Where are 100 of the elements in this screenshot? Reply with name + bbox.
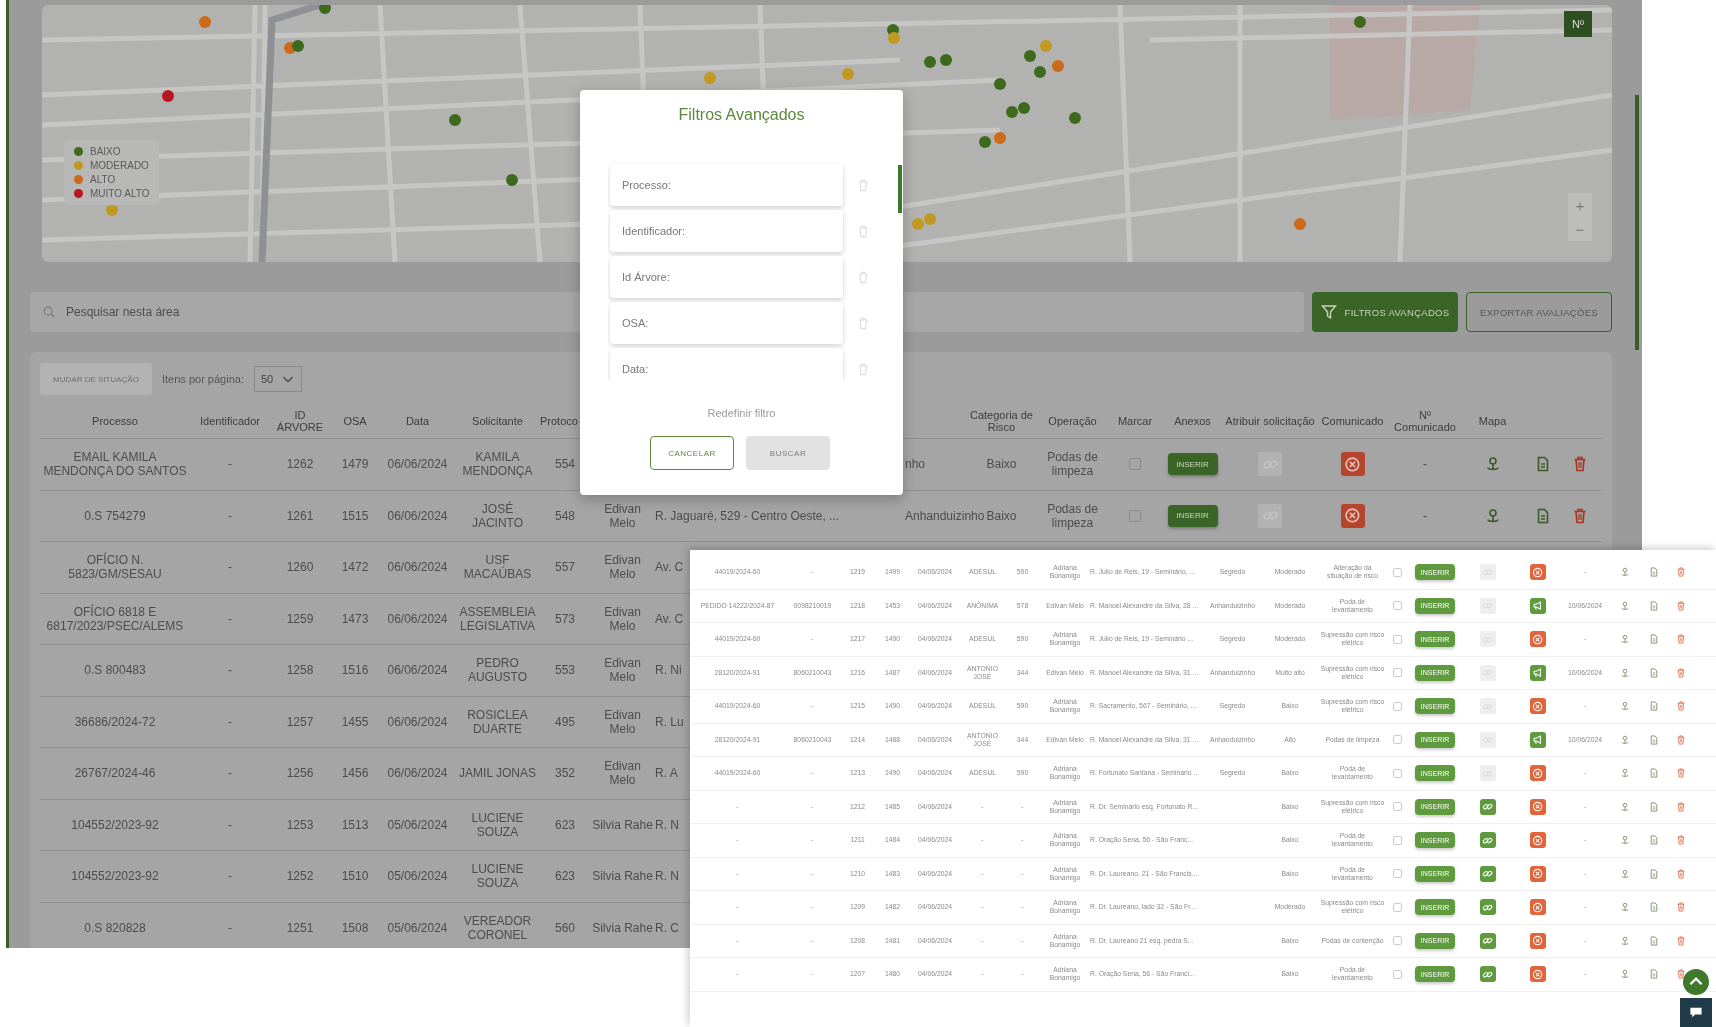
- legend-label: ALTO: [90, 174, 116, 185]
- table-cell-text: Podas de limpeza: [1046, 450, 1099, 479]
- table-cell-text: Edivan Melo: [603, 656, 642, 685]
- table-cell: -: [228, 560, 232, 575]
- table-cell: -: [228, 611, 232, 626]
- table-cell: -: [228, 766, 232, 781]
- table-cell-text: ASSEMBLEIA LEGISLATIVA: [458, 604, 537, 633]
- table-cell: 05/06/2024: [387, 869, 448, 884]
- legend-label: MODERADO: [90, 160, 149, 171]
- table-cell: -: [228, 920, 232, 935]
- table-cell: 352: [555, 766, 575, 781]
- table-cell: 1516: [341, 663, 369, 678]
- table-cell: 1257: [286, 714, 314, 729]
- table-cell: 05/06/2024: [387, 920, 448, 935]
- table-cell: 104552/2023-92: [71, 869, 159, 884]
- column-header: Mapa: [1478, 415, 1507, 427]
- table-cell: 1472: [341, 560, 369, 575]
- table-cell: Av. C: [655, 611, 684, 626]
- table-cell: 1479: [341, 457, 369, 472]
- table-cell: 0.S 754279: [84, 508, 146, 523]
- table-cell: 548: [555, 508, 575, 523]
- table-cell: 104552/2023-92: [71, 817, 159, 832]
- table-cell: Silvia Rahe: [592, 817, 653, 832]
- table-cell-text: ROSICLEA DUARTE: [466, 707, 529, 736]
- column-header: Operação: [1048, 415, 1097, 427]
- table-cell-text: JOSÉ JACINTO: [470, 501, 525, 530]
- table-cell: 495: [555, 714, 575, 729]
- table-cell: 553: [555, 663, 575, 678]
- table-cell: 06/06/2024: [387, 766, 448, 781]
- column-header: Processo: [92, 415, 138, 427]
- table-cell: -: [228, 714, 232, 729]
- table-cell: 1253: [286, 817, 314, 832]
- table-cell-text: LUCIENE SOUZA: [470, 810, 525, 839]
- column-header: OSA: [343, 415, 367, 427]
- table-cell-text: LUCIENE SOUZA: [470, 862, 525, 891]
- table-cell: -: [1423, 508, 1427, 523]
- table-cell: 1515: [341, 508, 369, 523]
- table-cell: 623: [555, 869, 575, 884]
- table-cell: 557: [555, 560, 575, 575]
- table-cell: 1456: [341, 766, 369, 781]
- table-cell: 1252: [286, 869, 314, 884]
- table-cell-text: Edivan Melo: [603, 604, 642, 633]
- table-cell: -: [228, 869, 232, 884]
- table-cell: 1508: [341, 920, 369, 935]
- table-cell: Baixo: [986, 508, 1017, 523]
- column-header: Data: [405, 415, 430, 427]
- table-cell: Silvia Rahe: [592, 869, 653, 884]
- table-cell: 573: [555, 611, 575, 626]
- table-cell: 1260: [286, 560, 314, 575]
- table-cell: nho: [905, 457, 926, 472]
- table-cell: R. Lu: [655, 714, 684, 729]
- table-cell-text: PEDRO AUGUSTO: [466, 656, 529, 685]
- table-cell: 1510: [341, 869, 369, 884]
- table-cell: R. C: [655, 920, 679, 935]
- table-cell: 1262: [286, 457, 314, 472]
- table-cell-text: KAMILA MENDONÇA: [461, 450, 534, 479]
- table-cell: Silvia Rahe: [592, 920, 653, 935]
- table-cell: 06/06/2024: [387, 611, 448, 626]
- table-cell: 560: [555, 920, 575, 935]
- table-cell: 1251: [286, 920, 314, 935]
- legend-label: BAIXO: [90, 146, 121, 157]
- table-cell: R. A: [655, 766, 678, 781]
- column-header: Identificador: [200, 415, 260, 427]
- per-page-label: Itens por página:: [162, 373, 244, 385]
- table-cell: 1473: [341, 611, 369, 626]
- table-cell: 0.S 820828: [84, 920, 146, 935]
- table-cell-text: EMAIL KAMILA MENDONÇA DO SANTOS: [42, 450, 188, 479]
- table-cell: 1513: [341, 817, 369, 832]
- column-header: Solicitante: [472, 415, 523, 427]
- column-header: Protoco: [540, 415, 578, 427]
- table-cell: 1261: [286, 508, 314, 523]
- table-cell-text: Edivan Melo: [603, 553, 642, 582]
- table-cell-text: USF MACAÚBAS: [462, 553, 533, 582]
- table-cell: 1256: [286, 766, 314, 781]
- table-cell: 06/06/2024: [387, 714, 448, 729]
- column-header: ID ÁRVORE: [275, 409, 325, 433]
- column-header: Marcar: [1117, 415, 1153, 427]
- table-cell: 1258: [286, 663, 314, 678]
- column-header: Categoria de Risco: [969, 409, 1034, 433]
- table-cell-text: VEREADOR CORONEL: [462, 913, 533, 942]
- table-cell: 1259: [286, 611, 314, 626]
- table-cell-text: OFÍCIO 6818 E 6817/2023/PSEC/ALEMS: [45, 604, 185, 633]
- dialog-title: Filtros Avançados: [677, 106, 806, 124]
- table-cell: -: [1423, 457, 1427, 472]
- table-cell-text: Edivan Melo: [603, 759, 642, 788]
- table-cell-text: Edivan Melo: [603, 707, 642, 736]
- table-cell-text: OFÍCIO N. 5823/GM/SESAU: [67, 553, 163, 582]
- table-cell: 06/06/2024: [387, 663, 448, 678]
- table-cell: 554: [555, 457, 575, 472]
- table-cell: 1455: [341, 714, 369, 729]
- column-header: Atribuir solicitação: [1225, 415, 1315, 427]
- table-cell: 26767/2024-46: [74, 766, 156, 781]
- column-header: Anexos: [1174, 415, 1211, 427]
- column-header: Comunicado: [1321, 415, 1384, 427]
- table-cell: R. N: [655, 817, 679, 832]
- table-cell: R. N: [655, 869, 679, 884]
- table-cell: 06/06/2024: [387, 457, 448, 472]
- table-cell: 0.S 800483: [84, 663, 146, 678]
- table-cell-text: Edivan Melo: [603, 501, 642, 530]
- table-cell: 06/06/2024: [387, 508, 448, 523]
